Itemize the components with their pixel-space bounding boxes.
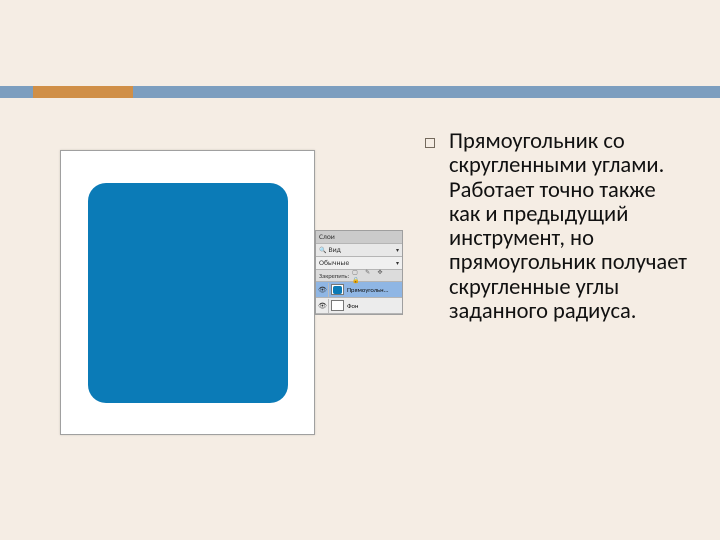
blend-mode-label: Обычные <box>319 259 349 268</box>
canvas-area <box>60 150 315 435</box>
description-column: Прямоугольник со скругленными углами. Ра… <box>425 130 690 510</box>
lock-row: Закрепить: ▢ ✎ ✥ 🔒 <box>316 270 402 282</box>
chevron-down-icon: ▾ <box>396 259 399 267</box>
layer-thumbnail <box>331 300 344 311</box>
bullet-item: Прямоугольник со скругленными углами. Ра… <box>425 130 690 324</box>
description-text: Прямоугольник со скругленными углами. Ра… <box>449 130 690 324</box>
layer-name: Фон <box>347 302 358 310</box>
rounded-rectangle-shape <box>88 183 288 403</box>
layer-name: Прямоугольн... <box>347 286 389 294</box>
accent-stripe <box>33 86 133 98</box>
visibility-icon[interactable]: 👁 <box>318 301 326 310</box>
layers-panel: Слои 🔍 Вид ▾ Обычные ▾ Закрепить: ▢ ✎ ✥ … <box>315 230 403 315</box>
layer-row-rectangle[interactable]: 👁 Прямоугольн... <box>316 282 402 298</box>
search-icon: 🔍 <box>319 246 326 254</box>
divider <box>328 283 329 297</box>
visibility-icon[interactable]: 👁 <box>318 285 326 294</box>
panel-tab-label: Слои <box>319 233 335 242</box>
layer-row-background[interactable]: 👁 Фон <box>316 298 402 314</box>
panel-filter-label: Вид <box>328 246 340 255</box>
panel-filter-row[interactable]: 🔍 Вид ▾ <box>316 244 402 257</box>
layer-thumbnail <box>331 284 344 295</box>
divider <box>328 299 329 313</box>
lock-icons[interactable]: ▢ ✎ ✥ 🔒 <box>352 268 399 284</box>
lock-label: Закрепить: <box>319 272 349 280</box>
illustration-column: Слои 🔍 Вид ▾ Обычные ▾ Закрепить: ▢ ✎ ✥ … <box>60 130 390 510</box>
bullet-square-icon <box>425 138 435 148</box>
content-area: Слои 🔍 Вид ▾ Обычные ▾ Закрепить: ▢ ✎ ✥ … <box>0 130 720 510</box>
chevron-down-icon: ▾ <box>396 246 399 254</box>
panel-tab-layers[interactable]: Слои <box>316 231 402 244</box>
